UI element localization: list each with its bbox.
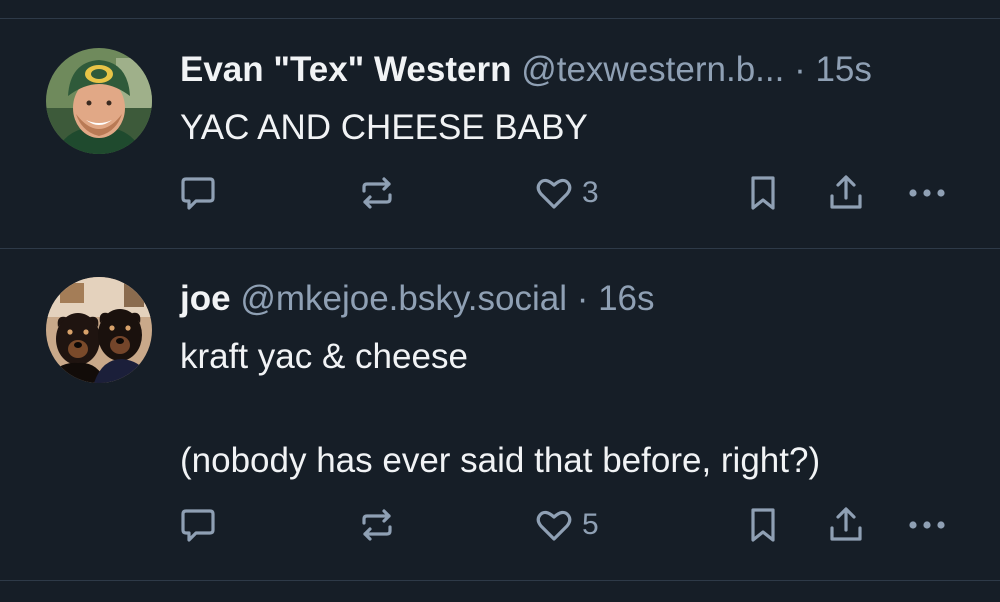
- repost-button[interactable]: [357, 503, 397, 547]
- more-icon: [905, 505, 949, 545]
- heart-icon: [534, 173, 574, 213]
- feed: Evan "Tex" Western @texwestern.b... · 15…: [0, 0, 1000, 602]
- heart-icon: [534, 505, 574, 545]
- share-icon: [826, 173, 866, 213]
- repost-icon: [357, 173, 397, 213]
- divider: [0, 18, 1000, 19]
- repost-button[interactable]: [357, 171, 397, 215]
- divider: [0, 580, 1000, 581]
- author-name[interactable]: Evan "Tex" Western: [180, 50, 511, 89]
- repost-icon: [357, 505, 397, 545]
- separator: ·: [576, 279, 589, 318]
- post-time[interactable]: 16s: [598, 279, 654, 318]
- reply-icon: [178, 173, 218, 213]
- reply-button[interactable]: [178, 171, 218, 215]
- more-button[interactable]: [905, 171, 949, 215]
- author-handle[interactable]: @mkejoe.bsky.social: [240, 279, 567, 318]
- bookmark-icon: [745, 505, 781, 545]
- bookmark-icon: [745, 173, 781, 213]
- post-text: kraft yac & cheese (nobody has ever said…: [180, 337, 821, 480]
- more-icon: [905, 173, 949, 213]
- bookmark-button[interactable]: [745, 171, 781, 215]
- like-button[interactable]: 3: [534, 171, 599, 215]
- like-count: 3: [582, 176, 599, 209]
- post-header: Evan "Tex" Western @texwestern.b... · 15…: [180, 50, 872, 90]
- post-actions: 5: [0, 503, 1000, 547]
- post-actions: 3: [0, 171, 1000, 215]
- reply-button[interactable]: [178, 503, 218, 547]
- post-text: YAC AND CHEESE BABY: [180, 108, 588, 147]
- share-icon: [826, 505, 866, 545]
- share-button[interactable]: [826, 171, 866, 215]
- like-count: 5: [582, 508, 599, 541]
- reply-icon: [178, 505, 218, 545]
- share-button[interactable]: [826, 503, 866, 547]
- bookmark-button[interactable]: [745, 503, 781, 547]
- more-button[interactable]: [905, 503, 949, 547]
- like-button[interactable]: 5: [534, 503, 599, 547]
- avatar[interactable]: [46, 277, 152, 383]
- post-header: joe @mkejoe.bsky.social · 16s: [180, 279, 655, 319]
- avatar[interactable]: [46, 48, 152, 154]
- author-handle[interactable]: @texwestern.b...: [521, 50, 784, 89]
- author-name[interactable]: joe: [180, 279, 231, 318]
- divider: [0, 248, 1000, 249]
- separator: ·: [794, 50, 806, 89]
- post-time[interactable]: 15s: [815, 50, 871, 89]
